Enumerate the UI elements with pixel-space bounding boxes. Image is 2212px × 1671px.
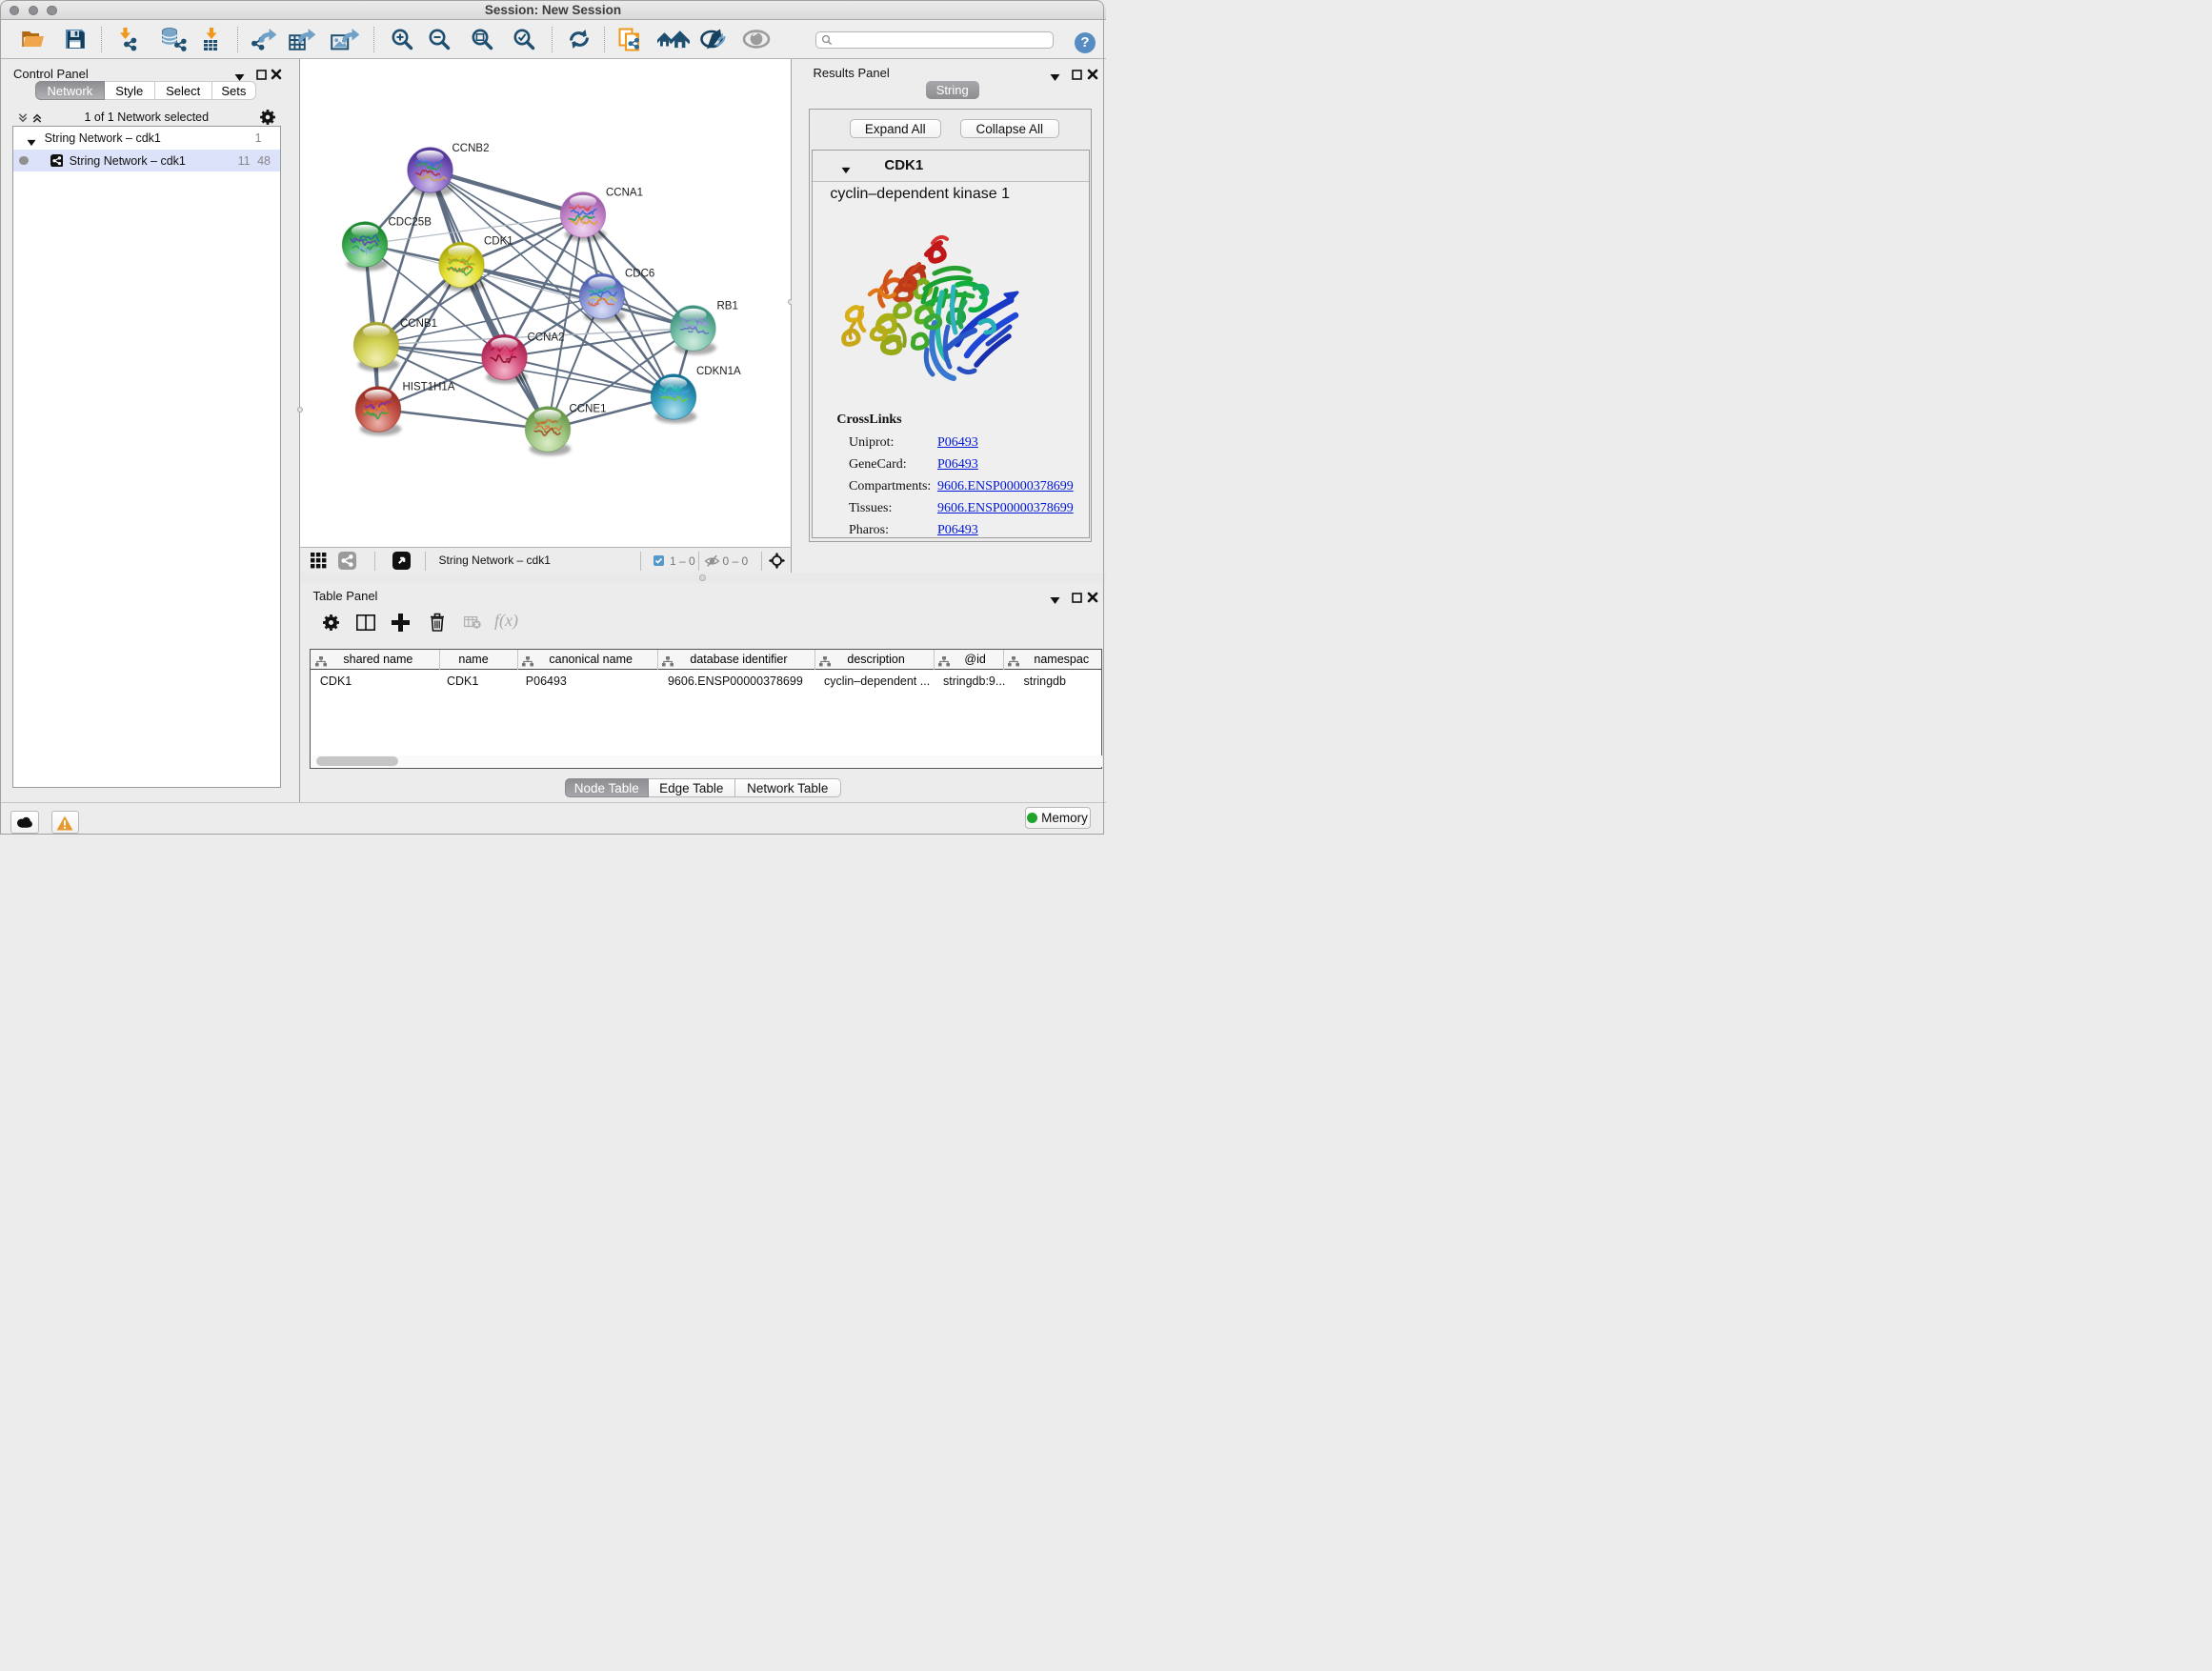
svg-text:CCNE1: CCNE1 [570,404,607,415]
svg-text:CDC25B: CDC25B [389,217,432,229]
svg-text:CCNB2: CCNB2 [452,143,490,154]
svg-text:CCNB1: CCNB1 [400,318,437,330]
svg-text:HIST1H1A: HIST1H1A [403,382,455,393]
svg-text:CDC6: CDC6 [625,269,654,280]
svg-text:RB1: RB1 [717,301,738,312]
svg-text:CDK1: CDK1 [484,236,513,248]
svg-text:CDKN1A: CDKN1A [696,366,741,377]
svg-text:CCNA1: CCNA1 [606,188,643,199]
svg-text:CCNA2: CCNA2 [528,332,565,344]
